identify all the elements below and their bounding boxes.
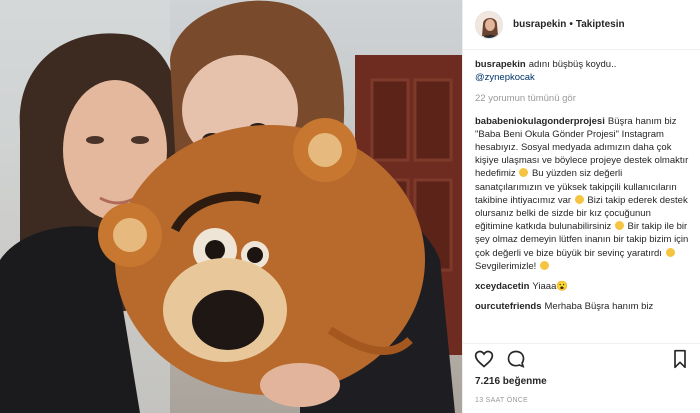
heart-icon [474, 350, 494, 368]
comment-username[interactable]: bababeniokulagonderprojesi [475, 116, 605, 127]
author-username[interactable]: busrapekin [513, 19, 566, 30]
like-button[interactable] [473, 348, 495, 370]
comment-text: Yiaaa😮 [532, 281, 569, 293]
load-more-comments[interactable]: 22 yorumun tümünü gör [475, 92, 691, 105]
header-separator: • [569, 19, 573, 30]
comments-section: busrapekin adını büşbüş koydu.. @zynepkoc… [463, 58, 700, 341]
comment-username[interactable]: xceydacetin [475, 281, 529, 292]
comment-text-part: Sevgilerimizle! [475, 260, 537, 272]
comment-text: Merhaba Büşra hanım biz [544, 301, 654, 313]
avatar-image [476, 11, 502, 38]
post-header: busrapekin • Takiptesin [463, 0, 700, 50]
comment-item: xceydacetin Yiaaa😮 [475, 280, 691, 293]
comment-item: bababeniokulagonderprojesi Büşra hanım bi… [475, 115, 691, 273]
post-side-panel: busrapekin • Takiptesin busrapekin adını … [462, 0, 700, 413]
bookmark-icon [674, 349, 686, 368]
comment-icon [507, 350, 525, 368]
post-photo[interactable] [0, 0, 462, 413]
smile-emoji-icon [665, 247, 675, 257]
smile-emoji-icon [519, 168, 529, 178]
smile-emoji-icon [574, 194, 584, 204]
likes-count[interactable]: 7.216 beğenme [475, 376, 547, 387]
save-button[interactable] [669, 348, 691, 370]
comment-button[interactable] [505, 348, 527, 370]
caption-text: adını büşbüş koydu.. [528, 59, 617, 70]
instagram-post: busrapekin • Takiptesin busrapekin adını … [0, 0, 700, 413]
caption-mention[interactable]: @zynepkocak [475, 72, 535, 83]
caption-username[interactable]: busrapekin [475, 59, 526, 70]
author-avatar[interactable] [475, 10, 503, 39]
comment-username[interactable]: ourcutefriends [475, 301, 542, 312]
header-text: busrapekin • Takiptesin [513, 19, 625, 30]
caption: busrapekin adını büşbüş koydu.. @zynepkoc… [475, 58, 691, 84]
smile-emoji-icon [539, 260, 549, 270]
post-timestamp: 13 SAAT ÖNCE [475, 397, 529, 404]
smile-emoji-icon [614, 221, 624, 231]
post-actions [463, 343, 700, 373]
comment-item: ourcutefriends Merhaba Büşra hanım biz [475, 300, 691, 313]
post-photo-illustration [0, 0, 462, 413]
follow-status[interactable]: Takiptesin [576, 19, 625, 30]
